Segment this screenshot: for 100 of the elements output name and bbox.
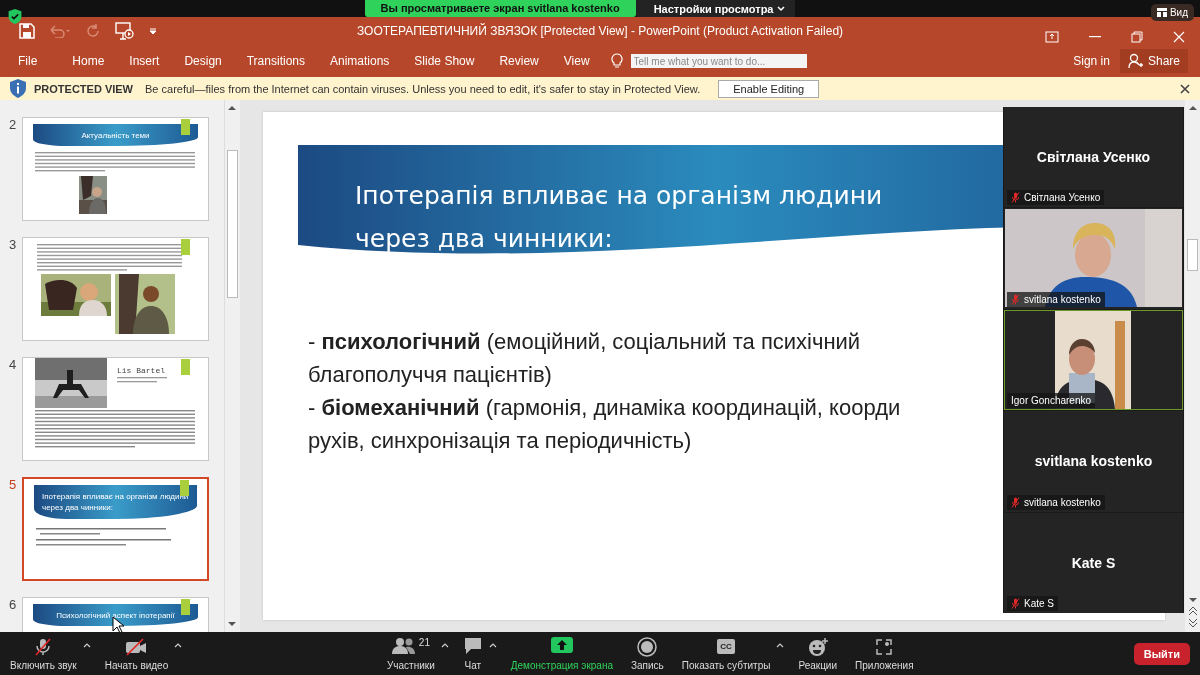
slide-number: 6 <box>8 597 18 614</box>
video-tile[interactable]: svitlana kostenko svitlana kostenko <box>1004 411 1183 512</box>
muted-microphone-icon <box>33 636 54 657</box>
accent-bar <box>181 119 190 135</box>
slide-thumbnail[interactable] <box>22 237 209 341</box>
grid-icon <box>1156 8 1167 17</box>
customize-icon[interactable] <box>149 27 157 35</box>
slide-title: Іпотерапія впливає на організм людини <box>355 180 883 212</box>
search-field[interactable]: Tell me what you want to do... <box>630 54 807 68</box>
slide-text: благополуччя пацієнтів) <box>308 361 552 389</box>
participant-name: Kate S <box>1071 554 1116 571</box>
toolbar-button[interactable]: Чат <box>458 636 487 671</box>
ribbon-tab[interactable]: Design <box>184 54 222 68</box>
participant-name: svitlana kostenko <box>1034 453 1153 470</box>
accent-bar <box>181 359 190 375</box>
camera-off-icon <box>124 636 149 657</box>
slide-thumbnail[interactable]: Lis Bartel <box>22 357 209 461</box>
chevron-icon <box>777 6 786 12</box>
minimize-icon[interactable] <box>1089 36 1101 38</box>
slide-thumbnail[interactable]: Актуальність теми <box>22 117 209 221</box>
scrollbar[interactable] <box>224 100 239 632</box>
window-title: ЗООТЕРАПЕВТИЧНИЙ ЗВЯЗОК [Protected View] - PowerPoint (Product Activation Failed) <box>356 24 844 38</box>
ribbon-tab[interactable]: Animations <box>330 54 390 68</box>
accent-bar <box>181 239 190 255</box>
scroll-up-icon[interactable] <box>1188 105 1197 110</box>
participant-label: Світлана Усенко <box>1007 190 1105 206</box>
slide-text: - психологічний (емоційний, соціальний та психічний <box>308 328 861 356</box>
apps-icon <box>874 636 895 657</box>
ribbon-tab[interactable]: View <box>563 54 590 68</box>
caret-icon[interactable] <box>82 642 91 648</box>
slide-title: через два чинники: <box>355 223 613 255</box>
ribbon-display-icon[interactable] <box>1045 31 1059 43</box>
protected-view-label: PROTECTED VIEW <box>34 82 133 95</box>
ribbon-tab[interactable]: File <box>18 54 38 68</box>
emoji-icon <box>806 636 829 657</box>
toolbar-button[interactable]: Реакции <box>794 636 842 671</box>
chat-icon <box>462 636 483 655</box>
participant-label: svitlana kostenko <box>1007 494 1105 510</box>
enable-editing-button[interactable]: Enable Editing <box>718 79 820 98</box>
cursor-icon <box>112 616 124 632</box>
previous-slide-icon[interactable] <box>1188 607 1197 615</box>
protected-view-message: Be careful—files from the Internet can contain viruses. Unless you need to edit, it's safer to stay in Protected View. <box>145 82 701 95</box>
view-button[interactable]: Вид <box>1150 4 1194 21</box>
slide-title: Актуальність теми <box>81 130 150 140</box>
video-tile[interactable]: Світлана Усенко Світлана Усенко <box>1004 107 1183 208</box>
video-tile[interactable]: svitlana kostenko <box>1004 208 1183 309</box>
toolbar-button[interactable]: CC Показать субтитры <box>677 636 775 671</box>
participant-name: Світлана Усенко <box>1036 149 1151 166</box>
toolbar-button[interactable]: Запись <box>626 636 668 671</box>
caret-icon[interactable] <box>440 642 449 648</box>
sharing-banner: Вы просматриваете экран svitlana kostenko <box>364 0 636 17</box>
slide-text: рухів, синхронізація та періодичність) <box>308 427 692 455</box>
participant-label: Kate S <box>1007 596 1059 612</box>
slide-number: 2 <box>8 117 18 134</box>
video-tile[interactable]: Kate S Kate S <box>1004 512 1183 614</box>
scroll-up-icon[interactable] <box>228 105 236 110</box>
ribbon-tab[interactable]: Transitions <box>246 54 305 68</box>
scroll-thumb[interactable] <box>226 150 238 298</box>
add-person-icon <box>1127 53 1144 69</box>
caret-icon[interactable] <box>174 642 183 648</box>
save-icon[interactable] <box>19 23 35 39</box>
participants-icon <box>391 636 416 655</box>
ribbon-tab[interactable]: Insert <box>129 54 160 68</box>
toolbar-button[interactable]: Включить звук <box>6 636 81 671</box>
share-screen-icon <box>550 636 573 653</box>
caret-icon[interactable] <box>488 642 497 648</box>
presenter-icon[interactable] <box>115 22 135 40</box>
slide-title: Психологічний аспект іпотерапії <box>56 610 175 620</box>
ribbon-tab[interactable]: Review <box>499 54 539 68</box>
scroll-down-icon[interactable] <box>228 622 236 627</box>
accent-bar <box>181 599 190 615</box>
scroll-down-icon[interactable] <box>1188 598 1197 603</box>
slide-caption: Lis Bartel <box>117 366 166 375</box>
toolbar-button[interactable]: 21 Участники <box>383 636 439 671</box>
leave-button[interactable]: Выйти <box>1133 643 1190 665</box>
slide-thumbnail[interactable]: Психологічний аспект іпотерапії <box>22 597 209 632</box>
scrollbar[interactable] <box>1185 100 1200 632</box>
record-icon <box>637 636 658 657</box>
ribbon-tab[interactable]: Home <box>72 54 105 68</box>
video-tile[interactable]: Igor Goncharenko <box>1004 309 1183 411</box>
toolbar-button[interactable]: Приложения <box>851 636 918 671</box>
text-lines-drawing <box>117 377 167 383</box>
slide-number: 5 <box>8 477 18 494</box>
next-slide-icon[interactable] <box>1188 619 1197 627</box>
accent-bar <box>180 480 189 496</box>
caret-icon[interactable] <box>776 642 785 648</box>
toolbar-button[interactable]: Начать видео <box>100 636 173 671</box>
shield-icon <box>10 79 26 98</box>
slide-number: 4 <box>8 357 18 374</box>
slide-text: - біомеханічний (гармонія, динаміка координацій, коорди <box>308 394 901 422</box>
lightbulb-icon <box>610 53 623 69</box>
scroll-thumb[interactable] <box>1187 239 1198 271</box>
ribbon-tab[interactable]: Slide Show <box>414 54 475 68</box>
sign-in-link[interactable]: Sign in <box>1073 54 1110 68</box>
view-options-button[interactable]: Настройки просмотра <box>635 0 796 17</box>
restore-icon[interactable] <box>1131 31 1143 43</box>
share-button[interactable]: Share <box>1119 49 1188 73</box>
participant-label: Igor Goncharenko <box>1007 393 1096 409</box>
close-icon[interactable] <box>1180 83 1190 94</box>
toolbar-button[interactable]: Демонстрация экрана <box>506 636 617 671</box>
